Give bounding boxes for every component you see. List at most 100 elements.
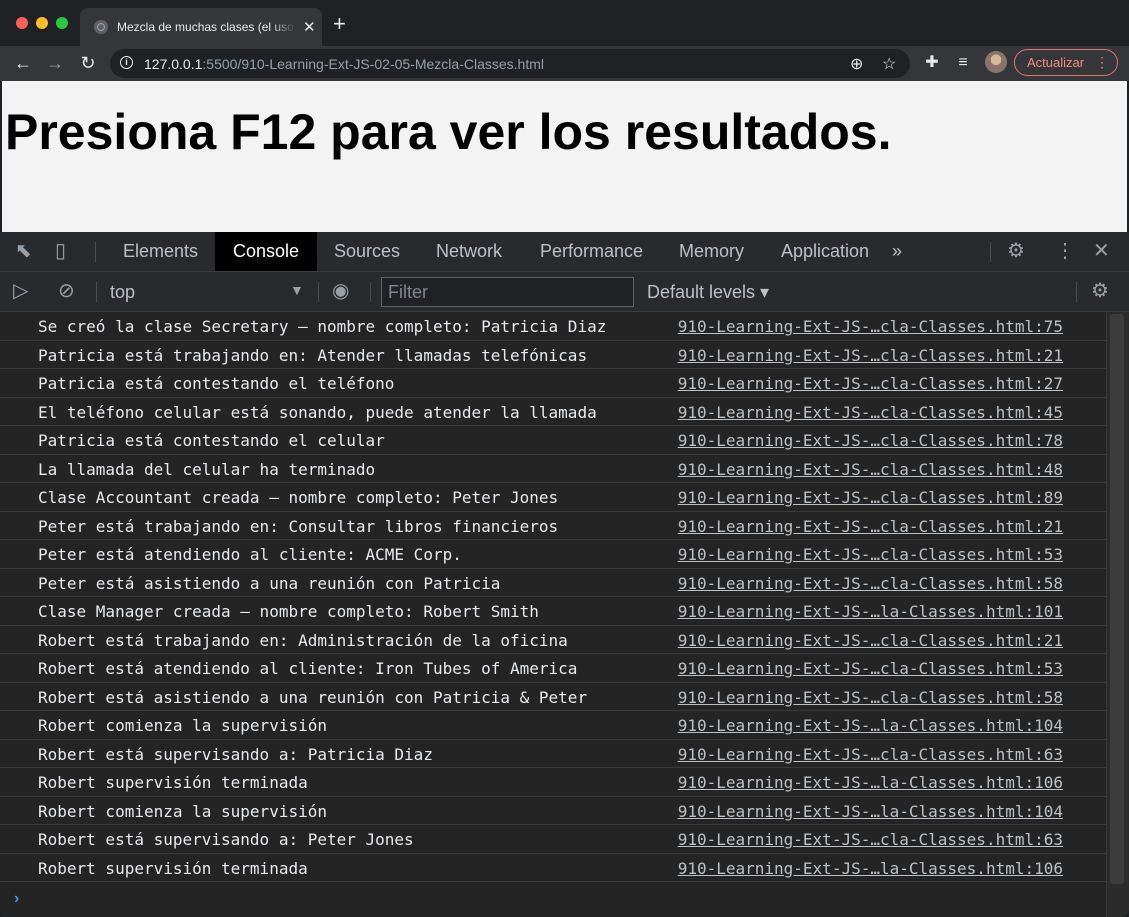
source-link[interactable]: 910-Learning-Ext-JS-…la-Classes.html:104: [678, 802, 1063, 821]
tab-console[interactable]: Console: [215, 232, 318, 271]
gear-icon[interactable]: ⚙: [1007, 240, 1025, 262]
inspect-element-icon[interactable]: ⬉: [15, 240, 32, 262]
console-message-text: Clase Accountant creada – nombre complet…: [38, 488, 559, 507]
console-message-text: Robert está supervisando a: Peter Jones: [38, 830, 414, 849]
tab-title: Mezcla de muchas clases (el uso: [117, 20, 294, 34]
zoom-icon[interactable]: ⊕: [850, 54, 863, 74]
window-close-button[interactable]: [16, 17, 28, 29]
info-icon[interactable]: i: [120, 56, 133, 69]
console-message-row: Robert comienza la supervisión 910-Learni…: [0, 711, 1106, 740]
source-link[interactable]: 910-Learning-Ext-JS-…cla-Classes.html:53: [678, 545, 1063, 564]
close-icon[interactable]: ✕: [303, 20, 316, 35]
source-link[interactable]: 910-Learning-Ext-JS-…cla-Classes.html:78: [678, 431, 1063, 450]
source-link[interactable]: 910-Learning-Ext-JS-…cla-Classes.html:63: [678, 830, 1063, 849]
tab-sources[interactable]: Sources: [316, 232, 418, 271]
gear-icon[interactable]: ⚙: [1091, 280, 1109, 302]
console-message-row: Robert está supervisando a: Peter Jones 9…: [0, 825, 1106, 854]
console-message-row: La llamada del celular ha terminado 910-L…: [0, 455, 1106, 483]
console-message-text: Patricia está contestando el teléfono: [38, 374, 395, 393]
divider: [95, 242, 96, 262]
source-link[interactable]: 910-Learning-Ext-JS-…cla-Classes.html:53: [678, 659, 1063, 678]
devtools-panel: ⬉ ▯ Elements Console Sources Network Per…: [0, 232, 1129, 917]
source-link[interactable]: 910-Learning-Ext-JS-…la-Classes.html:106: [678, 859, 1063, 878]
source-link[interactable]: 910-Learning-Ext-JS-…cla-Classes.html:48: [678, 460, 1063, 479]
forward-arrow-icon[interactable]: →: [44, 52, 66, 74]
source-link[interactable]: 910-Learning-Ext-JS-…la-Classes.html:106: [678, 773, 1063, 792]
console-message-row: Peter está trabajando en: Consultar libr…: [0, 512, 1106, 540]
console-filter-bar: ▷ ⊘ top ▼ ◉ Default levels ▾ ⚙: [0, 272, 1129, 312]
more-vert-icon[interactable]: ⋮: [1095, 54, 1109, 71]
star-icon[interactable]: ☆: [882, 54, 896, 74]
source-link[interactable]: 910-Learning-Ext-JS-…cla-Classes.html:63: [678, 745, 1063, 764]
console-message-row: Robert supervisión terminada 910-Learning…: [0, 768, 1106, 797]
tab-application[interactable]: Application: [763, 232, 887, 271]
console-message-row: Robert está supervisando a: Patricia Dia…: [0, 740, 1106, 768]
console-message-row: Patricia está contestando el celular 910-…: [0, 426, 1106, 455]
source-link[interactable]: 910-Learning-Ext-JS-…la-Classes.html:104: [678, 716, 1063, 735]
chevron-down-icon[interactable]: ▼: [290, 282, 304, 298]
clear-console-icon[interactable]: ⊘: [58, 280, 75, 302]
context-selector[interactable]: top: [110, 282, 135, 303]
url-text[interactable]: 127.0.0.1:5500/910-Learning-Ext-JS-02-05…: [144, 56, 544, 72]
console-message-text: Robert comienza la supervisión: [38, 716, 327, 735]
tab-network[interactable]: Network: [418, 232, 520, 271]
divider: [370, 282, 371, 302]
update-button[interactable]: Actualizar ⋮: [1014, 49, 1118, 76]
divider: [318, 282, 319, 302]
console-message-row: Peter está atendiendo al cliente: ACME C…: [0, 540, 1106, 569]
page-heading: Presiona F12 para ver los resultados.: [5, 104, 892, 160]
log-levels-dropdown[interactable]: Default levels ▾: [647, 282, 769, 303]
reload-icon[interactable]: ↻: [77, 52, 99, 74]
chevron-right-icon: ›: [14, 890, 20, 907]
tab-performance[interactable]: Performance: [522, 232, 661, 271]
console-message-text: Robert está trabajando en: Administració…: [38, 630, 568, 650]
divider: [96, 282, 97, 302]
console-message-text: Robert está atendiendo al cliente: Iron …: [38, 659, 578, 678]
console-message-row: Robert está asistiendo a una reunión con…: [0, 683, 1106, 711]
back-arrow-icon[interactable]: ←: [12, 52, 34, 74]
source-link[interactable]: 910-Learning-Ext-JS-…cla-Classes.html:21: [678, 346, 1063, 365]
reading-list-icon[interactable]: ≡: [952, 52, 974, 74]
console-message-row: Robert está trabajando en: Administració…: [0, 626, 1106, 654]
divider: [1076, 282, 1077, 302]
browser-tab[interactable]: Mezcla de muchas clases (el uso ✕: [80, 8, 322, 46]
browser-toolbar: ← → ↻ i 127.0.0.1:5500/910-Learning-Ext-…: [0, 46, 1129, 81]
console-prompt[interactable]: ›: [0, 882, 1106, 917]
console-scrollbar[interactable]: [1106, 312, 1129, 917]
close-icon[interactable]: ✕: [1093, 240, 1110, 262]
more-vert-icon[interactable]: ⋮: [1055, 240, 1075, 262]
console-message-text: Se creó la clase Secretary – nombre comp…: [38, 317, 607, 336]
sidebar-toggle-icon[interactable]: ▷: [13, 280, 28, 302]
eye-icon[interactable]: ◉: [332, 280, 349, 302]
more-tabs-button[interactable]: »: [884, 232, 910, 271]
tab-elements[interactable]: Elements: [105, 232, 216, 271]
window-maximize-button[interactable]: [56, 17, 68, 29]
console-message-text: Peter está atendiendo al cliente: ACME C…: [38, 545, 462, 564]
console-message-row: Peter está asistiendo a una reunión con …: [0, 569, 1106, 597]
window-minimize-button[interactable]: [36, 17, 48, 29]
source-link[interactable]: 910-Learning-Ext-JS-…cla-Classes.html:58: [678, 688, 1063, 707]
source-link[interactable]: 910-Learning-Ext-JS-…cla-Classes.html:58: [678, 574, 1063, 593]
console-message-text: Peter está trabajando en: Consultar libr…: [38, 516, 559, 536]
source-link[interactable]: 910-Learning-Ext-JS-…cla-Classes.html:89: [678, 488, 1063, 507]
console-message-row: El teléfono celular está sonando, puede …: [0, 398, 1106, 426]
console-message-text: Robert comienza la supervisión: [38, 801, 327, 821]
devtools-tab-bar: ⬉ ▯ Elements Console Sources Network Per…: [0, 232, 1129, 272]
new-tab-button[interactable]: +: [333, 13, 346, 35]
source-link[interactable]: 910-Learning-Ext-JS-…cla-Classes.html:21: [678, 517, 1063, 536]
extensions-icon[interactable]: ✚: [921, 52, 943, 74]
scrollbar-thumb[interactable]: [1110, 314, 1124, 884]
address-bar[interactable]: i 127.0.0.1:5500/910-Learning-Ext-JS-02-…: [110, 49, 910, 78]
console-messages: Se creó la clase Secretary – nombre comp…: [0, 312, 1106, 882]
source-link[interactable]: 910-Learning-Ext-JS-…la-Classes.html:101: [678, 602, 1063, 621]
filter-input[interactable]: [381, 277, 634, 307]
console-message-text: Clase Manager creada – nombre completo: …: [38, 602, 539, 621]
device-toolbar-icon[interactable]: ▯: [55, 240, 66, 262]
source-link[interactable]: 910-Learning-Ext-JS-…cla-Classes.html:75: [678, 317, 1063, 336]
avatar[interactable]: [985, 51, 1007, 73]
source-link[interactable]: 910-Learning-Ext-JS-…cla-Classes.html:21: [678, 631, 1063, 650]
page-viewport: Presiona F12 para ver los resultados.: [0, 81, 1129, 232]
tab-memory[interactable]: Memory: [661, 232, 762, 271]
source-link[interactable]: 910-Learning-Ext-JS-…cla-Classes.html:27: [678, 374, 1063, 393]
source-link[interactable]: 910-Learning-Ext-JS-…cla-Classes.html:45: [678, 403, 1063, 422]
